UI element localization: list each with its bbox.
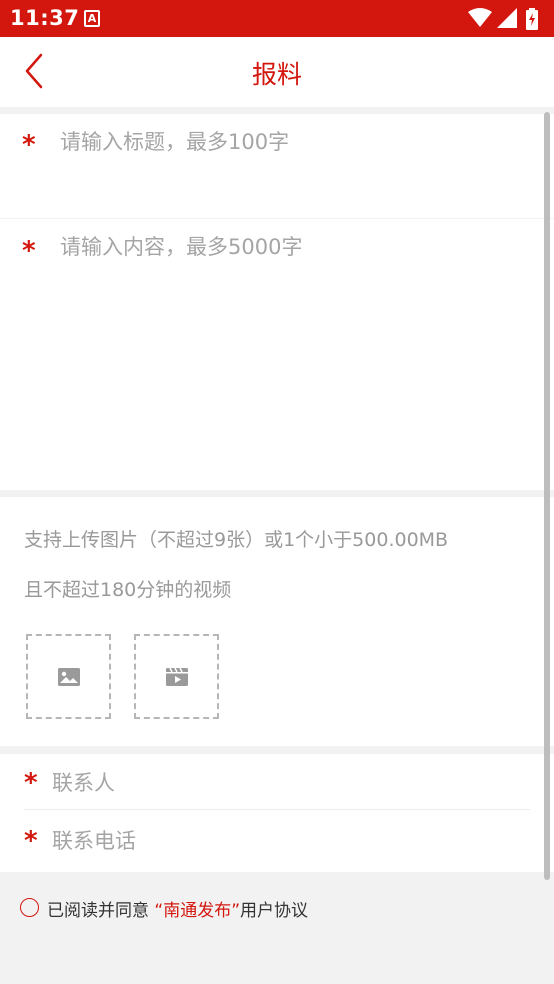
agreement-radio[interactable] (20, 898, 39, 917)
contact-phone-input[interactable] (52, 826, 530, 856)
divider (24, 809, 530, 810)
contact-section: * * (0, 754, 554, 872)
required-mark: * (24, 826, 38, 856)
status-icons (468, 8, 544, 30)
scrollbar[interactable] (544, 112, 550, 880)
required-mark: * (24, 768, 38, 798)
title-section: * (0, 114, 554, 218)
image-icon (58, 668, 80, 686)
video-icon (166, 668, 188, 686)
content-input[interactable] (60, 231, 534, 477)
content-section: * (0, 219, 554, 490)
contact-name-row: * (24, 754, 530, 810)
signal-icon (497, 8, 517, 28)
upload-video-button[interactable] (134, 634, 219, 719)
agreement-link[interactable]: “南通发布” (154, 901, 240, 921)
media-hint-line2: 且不超过180分钟的视频 (24, 579, 232, 601)
wifi-icon (468, 8, 492, 27)
status-bar: 11:37 A (0, 0, 554, 37)
contact-name-input[interactable] (52, 768, 530, 798)
media-section: 支持上传图片（不超过9张）或1个小于500.00MB 且不超过180分钟的视频 (0, 497, 554, 746)
upload-image-button[interactable] (26, 634, 111, 719)
agreement-text: 已阅读并同意 “南通发布”用户协议 (47, 896, 308, 921)
media-hint-line1: 支持上传图片（不超过9张）或1个小于500.00MB (24, 529, 449, 551)
app-notification-icon: A (84, 10, 100, 27)
contact-phone-row: * (24, 812, 530, 868)
required-mark: * (22, 236, 36, 266)
title-input[interactable] (60, 126, 534, 158)
status-time: 11:37 (10, 6, 80, 30)
page-title: 报料 (251, 60, 302, 89)
required-mark: * (22, 130, 36, 160)
battery-charging-icon (526, 8, 538, 30)
agreement-suffix: 用户协议 (240, 901, 309, 921)
agreement-prefix: 已阅读并同意 (47, 901, 155, 921)
app-bar: 报料 (0, 37, 554, 107)
